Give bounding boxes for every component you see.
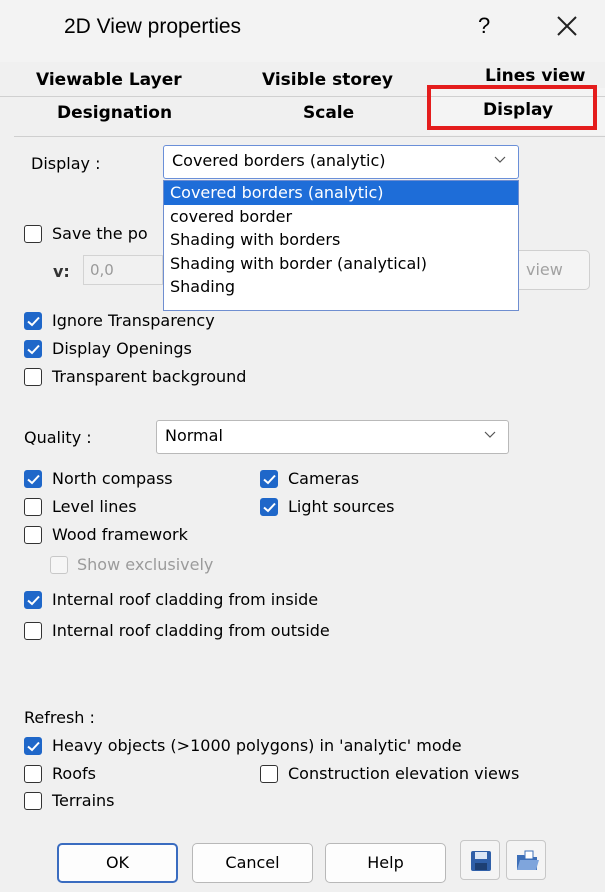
tab-designation[interactable]: Designation xyxy=(57,103,172,123)
transparent-background-checkbox[interactable] xyxy=(24,368,42,386)
check-icon xyxy=(27,474,40,485)
terrains-checkbox[interactable] xyxy=(24,792,42,810)
level-lines-checkbox[interactable] xyxy=(24,498,42,516)
save-position-checkbox[interactable] xyxy=(24,225,42,243)
cameras-checkbox[interactable] xyxy=(260,470,278,488)
construction-elevation-checkbox[interactable] xyxy=(260,765,278,783)
display-mode-value: Covered borders (analytic) xyxy=(172,151,386,170)
terrains-label: Terrains xyxy=(52,791,115,810)
roof-cladding-outside-label: Internal roof cladding from outside xyxy=(52,621,330,640)
check-icon xyxy=(27,316,40,327)
check-icon xyxy=(263,474,276,485)
quality-select[interactable]: Normal xyxy=(156,420,509,454)
north-compass-checkbox[interactable] xyxy=(24,470,42,488)
dropdown-option[interactable]: Shading xyxy=(164,275,518,299)
cameras-label: Cameras xyxy=(288,469,360,488)
chevron-down-icon xyxy=(494,156,506,163)
roof-cladding-inside-checkbox[interactable] xyxy=(24,591,42,609)
open-folder-icon xyxy=(517,850,539,870)
display-openings-label: Display Openings xyxy=(52,339,192,358)
tab-viewable-layer[interactable]: Viewable Layer xyxy=(36,70,182,90)
dropdown-option[interactable]: covered border xyxy=(164,205,518,229)
level-lines-label: Level lines xyxy=(52,497,137,516)
help-button-bottom[interactable]: Help xyxy=(325,843,446,883)
display-mode-dropdown[interactable]: Covered borders (analytic) covered borde… xyxy=(163,180,519,311)
display-openings-checkbox[interactable] xyxy=(24,340,42,358)
check-icon xyxy=(27,595,40,606)
panel-top-border xyxy=(14,136,605,137)
title-bar: 2D View properties ? xyxy=(0,0,605,62)
refresh-label: Refresh : xyxy=(24,708,95,727)
v-label: v: xyxy=(53,262,70,281)
ignore-transparency-checkbox[interactable] xyxy=(24,312,42,330)
ignore-transparency-label: Ignore Transparency xyxy=(52,311,215,330)
chevron-down-icon xyxy=(484,431,496,438)
save-button[interactable] xyxy=(460,840,500,880)
transparent-background-label: Transparent background xyxy=(52,367,247,386)
save-icon xyxy=(471,851,491,871)
check-icon xyxy=(27,741,40,752)
dropdown-option[interactable]: Shading with border (analytical) xyxy=(164,252,518,276)
heavy-objects-checkbox[interactable] xyxy=(24,737,42,755)
tab-visible-storey[interactable]: Visible storey xyxy=(262,70,393,90)
tab-lines-view[interactable]: Lines view xyxy=(485,66,585,86)
help-button[interactable]: ? xyxy=(478,13,490,39)
window-title: 2D View properties xyxy=(64,15,242,38)
heavy-objects-label: Heavy objects (>1000 polygons) in 'analy… xyxy=(52,736,462,755)
tab-scale[interactable]: Scale xyxy=(303,103,354,123)
construction-elevation-label: Construction elevation views xyxy=(288,764,520,783)
v-input[interactable]: 0,0 xyxy=(83,255,163,285)
dropdown-option[interactable]: Shading with borders xyxy=(164,228,518,252)
save-position-label: Save the po xyxy=(52,224,148,243)
quality-label: Quality : xyxy=(24,428,92,447)
quality-value: Normal xyxy=(165,426,223,445)
display-label: Display : xyxy=(31,154,101,173)
display-tab-highlight xyxy=(427,85,597,130)
north-compass-label: North compass xyxy=(52,469,173,488)
check-icon xyxy=(263,502,276,513)
show-exclusively-label: Show exclusively xyxy=(77,555,214,574)
wood-framework-label: Wood framework xyxy=(52,525,188,544)
roof-cladding-outside-checkbox[interactable] xyxy=(24,622,42,640)
light-sources-checkbox[interactable] xyxy=(260,498,278,516)
check-icon xyxy=(27,344,40,355)
wood-framework-checkbox[interactable] xyxy=(24,526,42,544)
roofs-label: Roofs xyxy=(52,764,96,783)
show-exclusively-checkbox[interactable] xyxy=(50,556,68,574)
light-sources-label: Light sources xyxy=(288,497,395,516)
roofs-checkbox[interactable] xyxy=(24,765,42,783)
close-icon[interactable] xyxy=(555,14,579,38)
ok-button[interactable]: OK xyxy=(57,843,178,883)
display-mode-select[interactable]: Covered borders (analytic) xyxy=(163,145,519,179)
cancel-button[interactable]: Cancel xyxy=(192,843,313,883)
open-button[interactable] xyxy=(506,840,546,880)
dropdown-option[interactable]: Covered borders (analytic) xyxy=(164,181,518,205)
view-button[interactable]: view xyxy=(518,250,590,290)
roof-cladding-inside-label: Internal roof cladding from inside xyxy=(52,590,319,609)
